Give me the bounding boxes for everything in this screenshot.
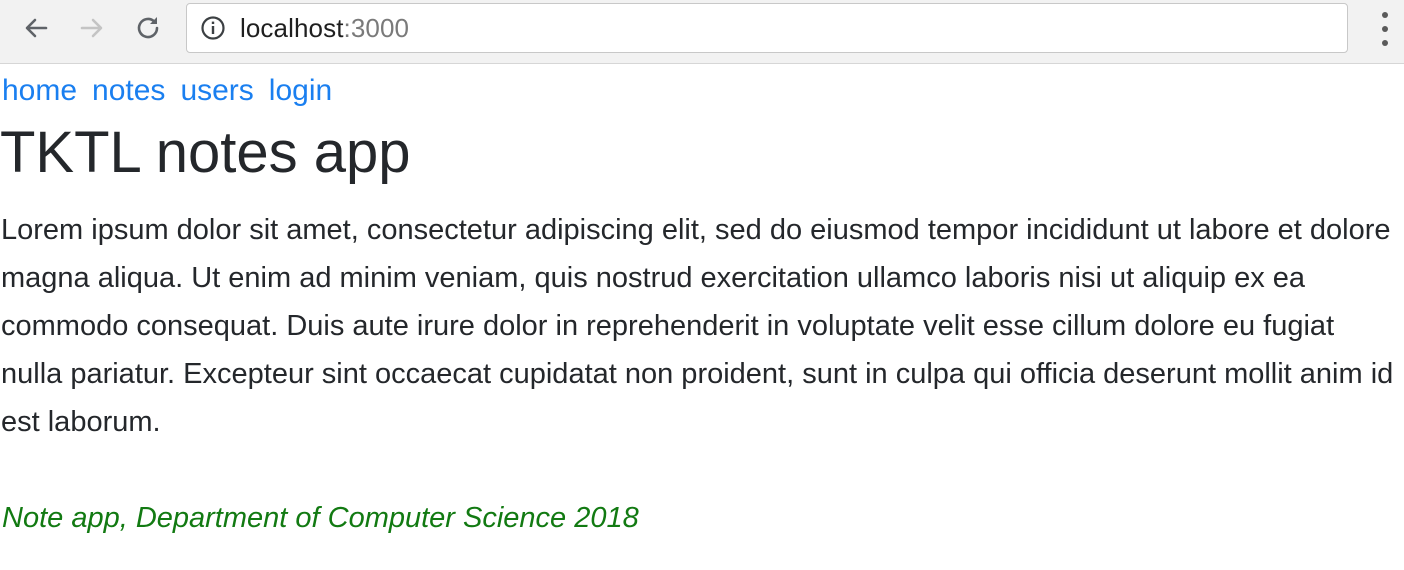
url-port: :3000 [343,12,410,43]
nav-link-login[interactable]: login [269,74,332,107]
arrow-left-icon [25,18,48,38]
back-button[interactable] [18,10,54,46]
menu-dot [1382,26,1388,32]
kebab-menu-icon[interactable] [1372,12,1398,46]
arrow-right-icon [80,18,103,38]
top-navigation: home notes users login [2,74,347,108]
address-bar[interactable]: localhost:3000 [186,3,1348,53]
footer-text: Note app, Department of Computer Science… [2,502,639,534]
reload-icon [137,17,159,39]
menu-dot [1382,12,1388,18]
forward-button[interactable] [74,10,110,46]
nav-link-users[interactable]: users [180,74,253,107]
page-title: TKTL notes app [0,120,411,185]
browser-toolbar: localhost:3000 [0,0,1404,64]
nav-link-notes[interactable]: notes [92,74,165,107]
menu-dot [1382,40,1388,46]
intro-paragraph: Lorem ipsum dolor sit amet, consectetur … [1,214,1394,438]
url-text[interactable]: localhost:3000 [240,13,409,44]
info-icon[interactable] [200,15,226,41]
reload-button[interactable] [130,10,166,46]
nav-link-home[interactable]: home [2,74,77,107]
url-host: localhost [240,12,344,43]
